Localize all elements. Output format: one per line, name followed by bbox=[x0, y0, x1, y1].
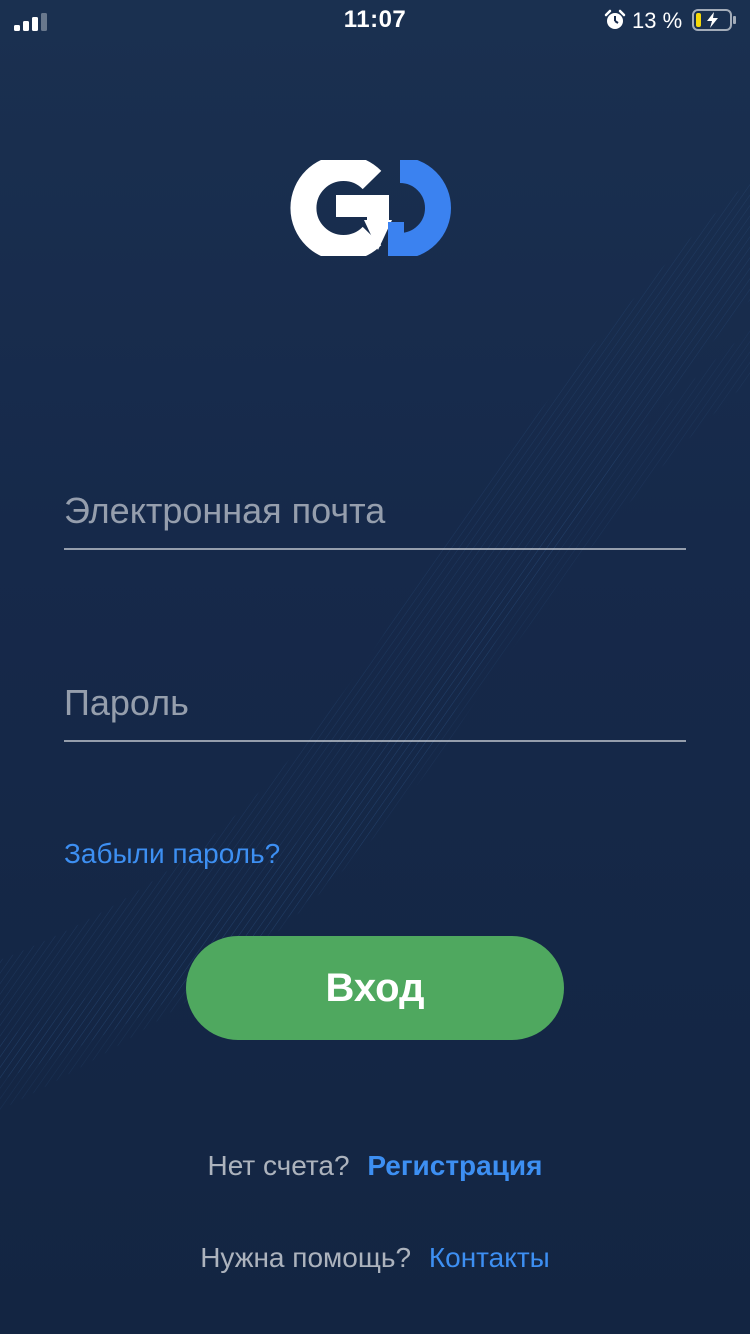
forgot-password-link[interactable]: Забыли пароль? bbox=[64, 838, 280, 870]
password-field-container bbox=[64, 662, 686, 742]
battery-percent: 13 % bbox=[632, 8, 683, 33]
contacts-link[interactable]: Контакты bbox=[429, 1242, 550, 1273]
status-bar: 11:07 13 % bbox=[0, 0, 750, 40]
contacts-line: Нужна помощь? Контакты bbox=[0, 1242, 750, 1274]
no-account-text: Нет счета? bbox=[207, 1150, 350, 1181]
password-input[interactable] bbox=[64, 682, 686, 724]
alarm-icon bbox=[604, 9, 626, 29]
help-text: Нужна помощь? bbox=[200, 1242, 412, 1273]
register-link[interactable]: Регистрация bbox=[367, 1150, 542, 1181]
email-field-container bbox=[64, 470, 686, 550]
email-input[interactable] bbox=[64, 490, 686, 532]
login-button[interactable]: Вход bbox=[186, 936, 564, 1040]
battery-charging-icon bbox=[692, 9, 736, 31]
go-logo bbox=[290, 160, 451, 256]
login-screen: 11:07 13 % Забыли пароль? Вхо bbox=[0, 0, 750, 1334]
register-line: Нет счета? Регистрация bbox=[0, 1150, 750, 1182]
